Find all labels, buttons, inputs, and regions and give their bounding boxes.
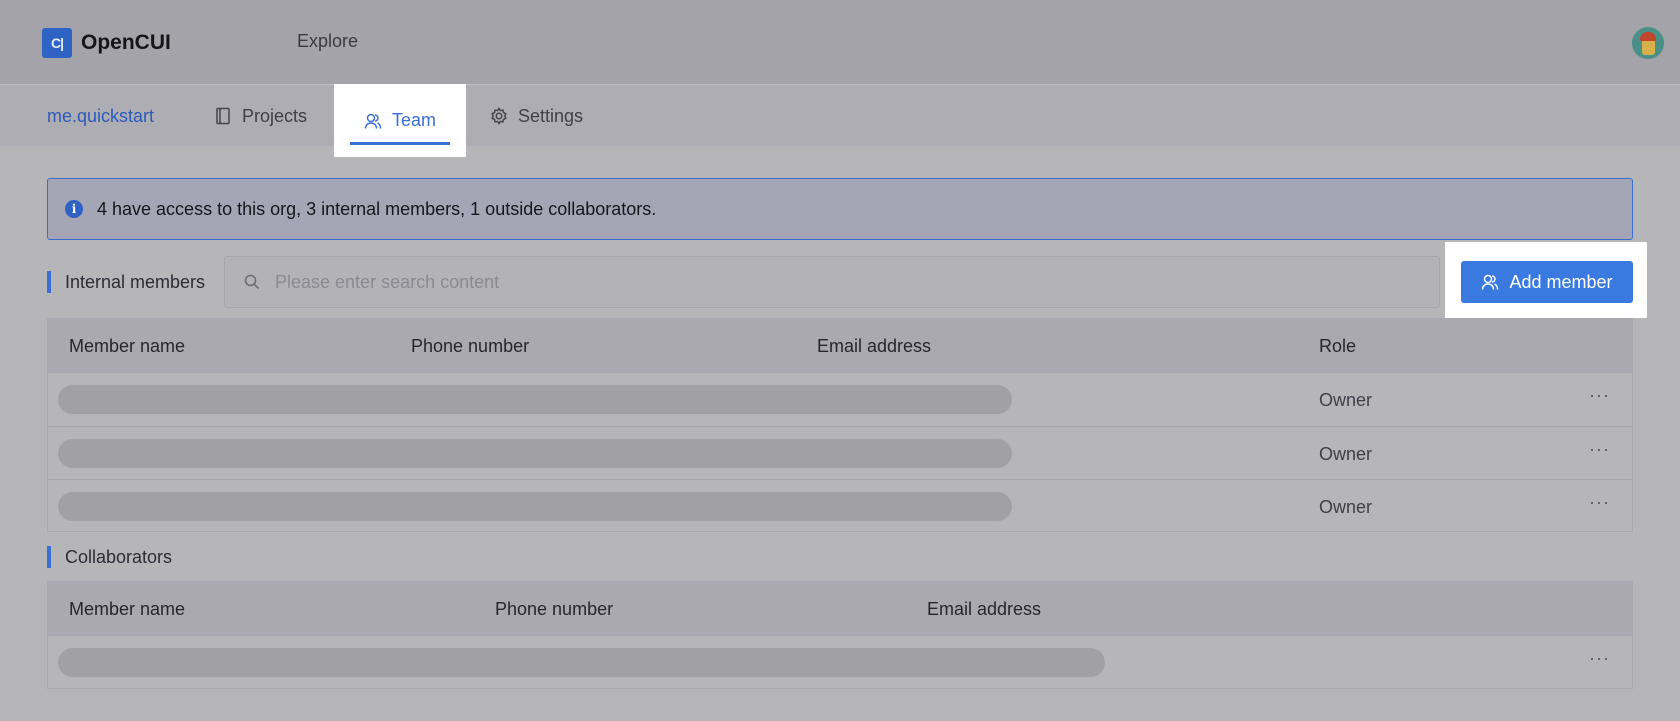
top-bar: C| OpenCUI Explore	[0, 0, 1680, 84]
tab-team-underline	[350, 142, 450, 145]
table-header: Member name Phone number Email address	[48, 582, 1632, 635]
add-member-highlight: Add member	[1445, 242, 1647, 318]
column-email-address: Email address	[817, 336, 932, 356]
column-phone-number: Phone number	[495, 599, 614, 619]
table-row: Owner ···	[48, 425, 1632, 480]
team-icon	[364, 113, 382, 129]
book-icon	[216, 107, 230, 125]
column-member-name: Member name	[69, 336, 186, 356]
column-member-name: Member name	[69, 599, 186, 619]
tab-projects-label: Projects	[242, 105, 308, 126]
app-name: OpenCUI	[81, 31, 171, 54]
tab-team[interactable]: Team	[334, 84, 466, 157]
info-icon: i	[65, 200, 83, 218]
add-member-button[interactable]: Add member	[1461, 261, 1633, 303]
add-user-icon	[1482, 274, 1499, 290]
role-cell: Owner	[1319, 497, 1373, 517]
tab-settings[interactable]: Settings	[490, 85, 583, 147]
explore-link[interactable]: Explore	[297, 31, 358, 52]
logo-icon: C|	[42, 28, 72, 58]
more-icon[interactable]: ···	[1589, 385, 1610, 406]
avatar-hair	[1640, 32, 1656, 41]
info-text: 4 have access to this org, 3 internal me…	[97, 198, 657, 219]
add-member-label: Add member	[1509, 271, 1613, 292]
table-row: ···	[48, 635, 1632, 689]
info-banner: i 4 have access to this org, 3 internal …	[47, 178, 1633, 240]
more-icon[interactable]: ···	[1589, 439, 1610, 460]
tab-settings-label: Settings	[518, 105, 584, 126]
column-phone-number: Phone number	[411, 336, 530, 356]
column-email-address: Email address	[927, 599, 1042, 619]
tab-projects[interactable]: Projects	[214, 85, 307, 147]
table-row: Owner ···	[48, 479, 1632, 533]
role-cell: Owner	[1319, 390, 1373, 410]
internal-members-title: Internal members	[47, 271, 205, 293]
skeleton-placeholder	[58, 385, 1012, 414]
skeleton-placeholder	[58, 648, 1105, 677]
collaborators-table: Member name Phone number Email address ·…	[47, 581, 1633, 689]
role-cell: Owner	[1319, 443, 1373, 464]
internal-members-table: Member name Phone number Email address R…	[47, 318, 1633, 532]
skeleton-placeholder	[58, 438, 1012, 468]
more-icon[interactable]: ···	[1589, 648, 1610, 669]
skeleton-placeholder	[58, 492, 1012, 521]
collaborators-title: Collaborators	[47, 546, 172, 568]
table-header: Member name Phone number Email address R…	[48, 319, 1632, 372]
tab-team-label: Team	[391, 110, 436, 130]
column-role: Role	[1319, 336, 1357, 356]
more-icon[interactable]: ···	[1589, 492, 1610, 513]
org-link[interactable]: me.quickstart	[47, 106, 154, 127]
avatar[interactable]	[1632, 27, 1664, 59]
table-row: Owner ···	[48, 372, 1632, 426]
search-icon	[244, 274, 260, 290]
search-box[interactable]	[224, 256, 1440, 308]
gear-icon	[491, 107, 507, 125]
sub-nav: me.quickstart Projects Team Settings	[0, 84, 1680, 157]
search-input[interactable]	[275, 271, 1375, 293]
logo[interactable]: C| OpenCUI	[42, 28, 171, 58]
